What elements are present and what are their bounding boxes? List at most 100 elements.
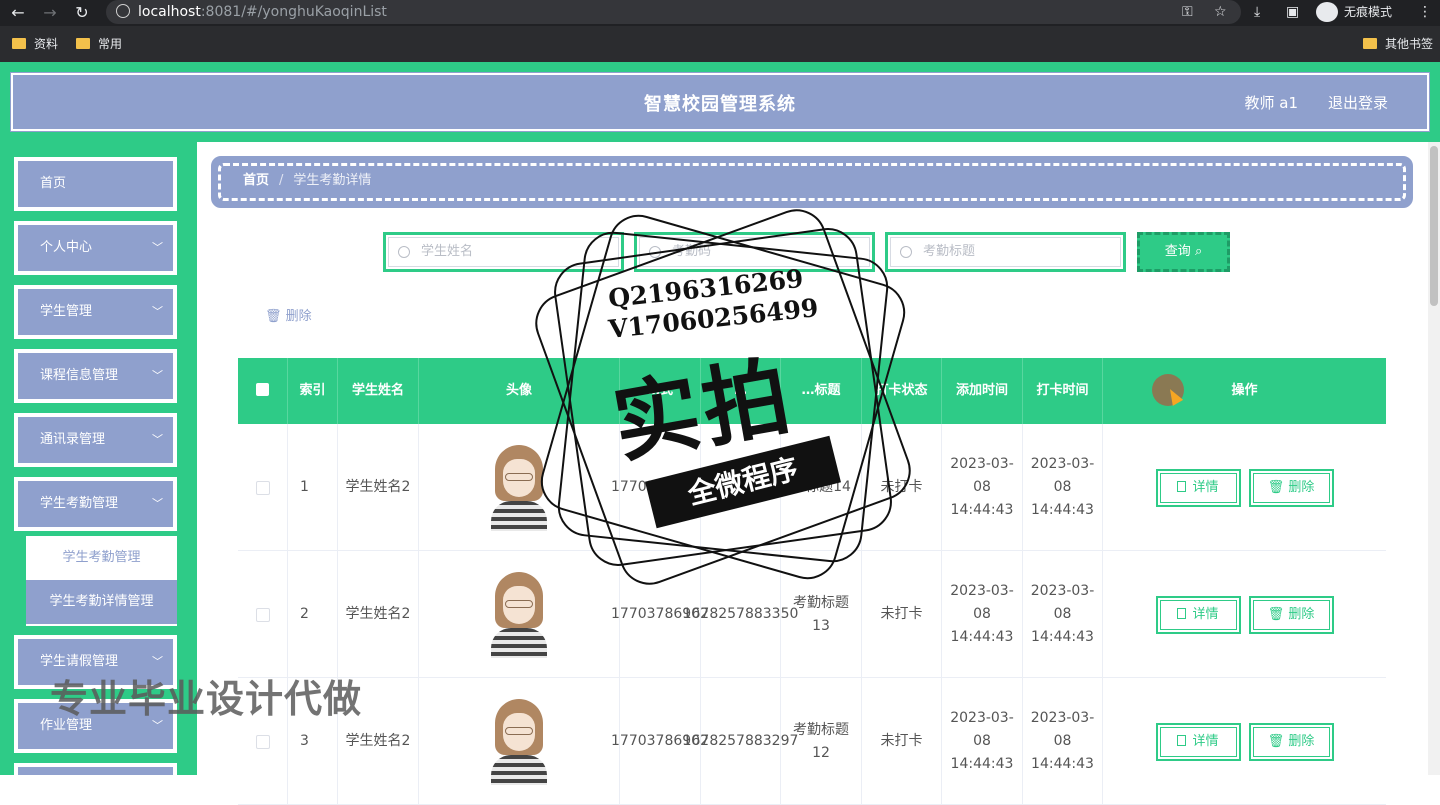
- bookmark-folder[interactable]: 常用: [76, 36, 122, 52]
- forward-icon[interactable]: →: [40, 3, 60, 22]
- index-cell: 3: [288, 678, 338, 805]
- sidebar-item-students[interactable]: 学生管理 ﹀: [14, 285, 177, 339]
- cell-index: 1: [300, 479, 309, 495]
- sidebar-item-attendance[interactable]: 学生考勤管理 ﹀: [14, 477, 177, 531]
- info-icon[interactable]: [116, 4, 130, 18]
- title-cell: 考勤标题12: [781, 678, 862, 805]
- bookmark-label: 常用: [98, 37, 123, 51]
- header-actions: 操作: [1231, 383, 1258, 398]
- detail-button[interactable]: 详情: [1155, 595, 1241, 634]
- app-header: 智慧校园管理系统 教师 a1 退出登录: [0, 62, 1440, 142]
- chevron-down-icon: ﹀: [152, 497, 163, 510]
- detail-button[interactable]: 详情: [1155, 722, 1241, 761]
- detail-button[interactable]: 详情: [1155, 468, 1241, 507]
- logout-link[interactable]: 退出登录: [1328, 92, 1388, 113]
- header-title: …标题: [781, 358, 862, 424]
- address-bar[interactable]: localhost:8081/#/yonghuKaoqinList: [106, 0, 1241, 24]
- sidepanel-icon[interactable]: ▣: [1286, 0, 1299, 24]
- attendance-code-search[interactable]: 考勤码: [634, 232, 875, 272]
- select-all-checkbox[interactable]: [238, 358, 288, 424]
- attendance-submenu: 学生考勤管理 学生考勤详情管理: [26, 536, 177, 626]
- sidebar-item-label: 学生管理: [40, 304, 93, 319]
- row-checkbox[interactable]: [255, 607, 270, 622]
- sidebar-item-label: 首页: [40, 176, 67, 191]
- trash-icon: 🗑: [1267, 733, 1285, 749]
- document-icon: [1177, 480, 1187, 492]
- batch-delete-button[interactable]: 🗑 删除: [265, 305, 312, 324]
- sidebar-item-personal-center[interactable]: 个人中心 ﹀: [14, 221, 177, 275]
- sidebar-item-label: 作业管理: [40, 718, 93, 733]
- cell-phone: 17703786902: [611, 479, 709, 495]
- chevron-down-icon: ﹀: [152, 719, 163, 732]
- delete-button[interactable]: 🗑 删除: [1248, 722, 1334, 761]
- attendance-table: 索引 学生姓名 头像 …式 … …标题 打卡状态 添加时间 打卡时间 操作 1 学…: [238, 358, 1386, 805]
- add-time-cell: 2023-03-08 14:44:43: [942, 678, 1023, 805]
- cell-title: 考勤标题12: [793, 721, 849, 761]
- cell-status: 未打卡: [880, 606, 923, 622]
- cell-punch-time: 2023-03-08 14:44:43: [1030, 456, 1095, 518]
- sidebar-item-leave[interactable]: 学生请假管理 ﹀: [14, 635, 177, 689]
- delete-label: 删除: [1288, 733, 1315, 749]
- cell-index: 3: [300, 733, 309, 749]
- header-avatar: 头像: [419, 358, 620, 424]
- submenu-item-attendance-detail[interactable]: 学生考勤详情管理: [26, 580, 177, 624]
- trash-icon: 🗑: [1267, 479, 1285, 495]
- index-cell: 2: [288, 551, 338, 678]
- star-icon[interactable]: ☆: [1214, 0, 1227, 24]
- bookmark-folder[interactable]: 资料: [12, 36, 58, 52]
- delete-label: 删除: [1288, 479, 1315, 495]
- avatar: [489, 698, 549, 785]
- cell-title: …标题14: [791, 479, 851, 495]
- row-checkbox[interactable]: [255, 480, 270, 495]
- detail-label: 详情: [1192, 606, 1219, 622]
- header-punch-time: 打卡时间: [1023, 358, 1103, 424]
- incognito-icon[interactable]: [1316, 2, 1338, 22]
- header-inner: 智慧校园管理系统 教师 a1 退出登录: [7, 69, 1433, 135]
- table-row: 3 学生姓名2 17703786902 1678257883297 考勤标题12 未打卡 2…: [238, 678, 1386, 805]
- row-checkbox[interactable]: [255, 734, 270, 749]
- url-host: localhost: [138, 4, 201, 20]
- checkbox-cell: [238, 424, 288, 551]
- folder-icon: [1363, 38, 1377, 49]
- reload-icon[interactable]: ↻: [72, 3, 92, 22]
- breadcrumb-home[interactable]: 首页: [243, 173, 269, 188]
- sidebar-item-more[interactable]: [14, 763, 177, 775]
- back-icon[interactable]: ←: [8, 3, 28, 22]
- sidebar-item-home[interactable]: 首页: [14, 157, 177, 211]
- cell-punch-time: 2023-03-08 14:44:43: [1030, 583, 1095, 645]
- actions-cell: 详情 🗑 删除: [1103, 678, 1386, 805]
- delete-button[interactable]: 🗑 删除: [1248, 595, 1334, 634]
- menu-icon[interactable]: ⋮: [1418, 0, 1432, 24]
- avatar: [489, 444, 549, 531]
- trash-icon: 🗑: [1267, 606, 1285, 622]
- status-cell: 未打卡: [862, 678, 942, 805]
- download-icon[interactable]: ⤓: [1254, 0, 1260, 24]
- search-icon: [900, 246, 912, 258]
- sidebar-item-courses[interactable]: 课程信息管理 ﹀: [14, 349, 177, 403]
- attendance-title-search[interactable]: 考勤标题: [885, 232, 1126, 272]
- header-student-name: 学生姓名: [338, 358, 419, 424]
- title-cell: 考勤标题13: [781, 551, 862, 678]
- page-scrollbar[interactable]: [1428, 142, 1440, 775]
- add-time-cell: 2023-03-08 14:44:43: [942, 424, 1023, 551]
- sidebar-item-homework[interactable]: 作业管理 ﹀: [14, 699, 177, 753]
- key-icon[interactable]: ⚿: [1182, 0, 1193, 24]
- chevron-down-icon: ﹀: [152, 241, 163, 254]
- delete-button[interactable]: 🗑 删除: [1248, 468, 1334, 507]
- submenu-item-attendance[interactable]: 学生考勤管理: [26, 536, 177, 580]
- checkbox-cell: [238, 551, 288, 678]
- student-name-search[interactable]: 学生姓名: [383, 232, 624, 272]
- chevron-down-icon: ﹀: [152, 369, 163, 382]
- chevron-down-icon: ﹀: [152, 305, 163, 318]
- search-placeholder: 考勤标题: [923, 244, 976, 259]
- detail-label: 详情: [1192, 479, 1219, 495]
- avatar-cell: [419, 424, 620, 551]
- scrollbar-thumb[interactable]: [1430, 146, 1438, 306]
- code-cell: 1678257883350: [683, 551, 798, 678]
- other-bookmarks[interactable]: 其他书签: [1363, 36, 1433, 52]
- cell-title: 考勤标题13: [793, 594, 849, 634]
- chevron-down-icon: ﹀: [152, 655, 163, 668]
- document-icon: [1177, 734, 1187, 746]
- sidebar-item-contacts[interactable]: 通讯录管理 ﹀: [14, 413, 177, 467]
- query-button[interactable]: 查询 ⌕: [1137, 232, 1230, 272]
